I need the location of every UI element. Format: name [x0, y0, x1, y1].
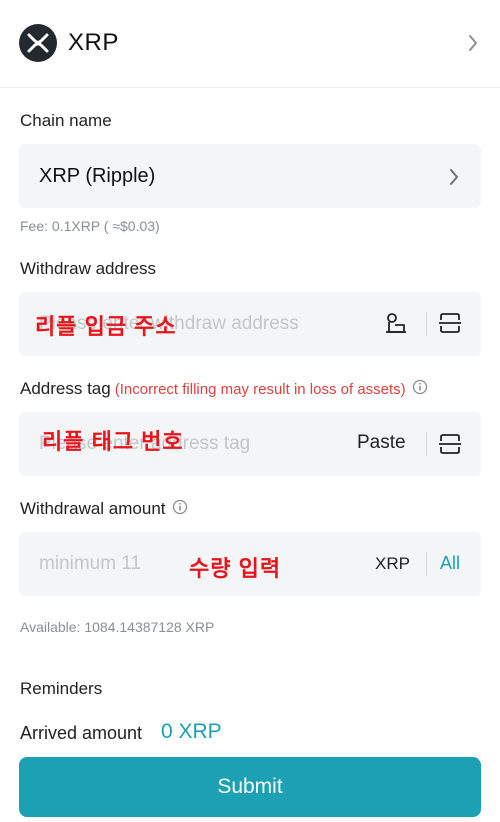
page-header: XRP	[0, 0, 500, 88]
tag-annotation: 리플 태그 번호	[42, 429, 184, 454]
address-annotation: 리플 입금 주소	[35, 314, 177, 339]
scan-icon[interactable]	[438, 432, 462, 461]
withdrawal-amount-label-text: Withdrawal amount	[20, 499, 166, 518]
address-tag-label: Address tag (Incorrect filling may result…	[20, 379, 428, 400]
address-book-icon[interactable]	[383, 311, 409, 342]
withdrawal-amount-placeholder: minimum 11	[39, 553, 142, 574]
info-icon[interactable]	[412, 379, 428, 400]
arrived-amount-value: 0 XRP	[161, 720, 222, 743]
divider	[426, 312, 427, 336]
address-tag-warning: (Incorrect filling may result in loss of…	[114, 381, 406, 398]
submit-button[interactable]: Submit	[19, 757, 481, 817]
paste-button[interactable]: Paste	[357, 432, 406, 454]
chain-value: XRP (Ripple)	[39, 165, 156, 187]
chain-select[interactable]: XRP (Ripple)	[19, 144, 481, 208]
divider	[426, 432, 427, 456]
withdraw-address-label: Withdraw address	[20, 259, 157, 278]
bottom-bar: Arrived amount 0 XRP Submit	[0, 703, 500, 822]
chain-name-label: Chain name	[20, 111, 112, 130]
chevron-right-icon	[447, 167, 461, 192]
fee-text: Fee: 0.1XRP ( ≈$0.03)	[20, 218, 160, 234]
unit-label: XRP	[375, 554, 410, 573]
coin-name[interactable]: XRP	[68, 29, 119, 57]
scan-icon[interactable]	[438, 311, 462, 340]
withdrawal-amount-input[interactable]: minimum 11 수량 입력 XRP All	[19, 532, 481, 596]
address-tag-input[interactable]: Please enter address tag 리플 태그 번호 Paste	[19, 412, 481, 476]
withdraw-address-input[interactable]: Please enter withdraw address 리플 입금 주소	[19, 292, 481, 356]
info-icon[interactable]	[172, 499, 188, 520]
address-tag-label-text: Address tag	[20, 379, 111, 398]
arrived-amount-label: Arrived amount	[20, 723, 143, 743]
withdrawal-amount-label: Withdrawal amount	[20, 499, 188, 520]
xrp-logo-icon	[19, 24, 57, 62]
all-button[interactable]: All	[440, 553, 460, 574]
available-balance: Available: 1084.14387128 XRP	[20, 619, 215, 635]
amount-annotation: 수량 입력	[189, 556, 282, 581]
chevron-right-icon[interactable]	[466, 33, 480, 58]
reminders-label: Reminders	[20, 679, 103, 698]
divider	[426, 552, 427, 576]
